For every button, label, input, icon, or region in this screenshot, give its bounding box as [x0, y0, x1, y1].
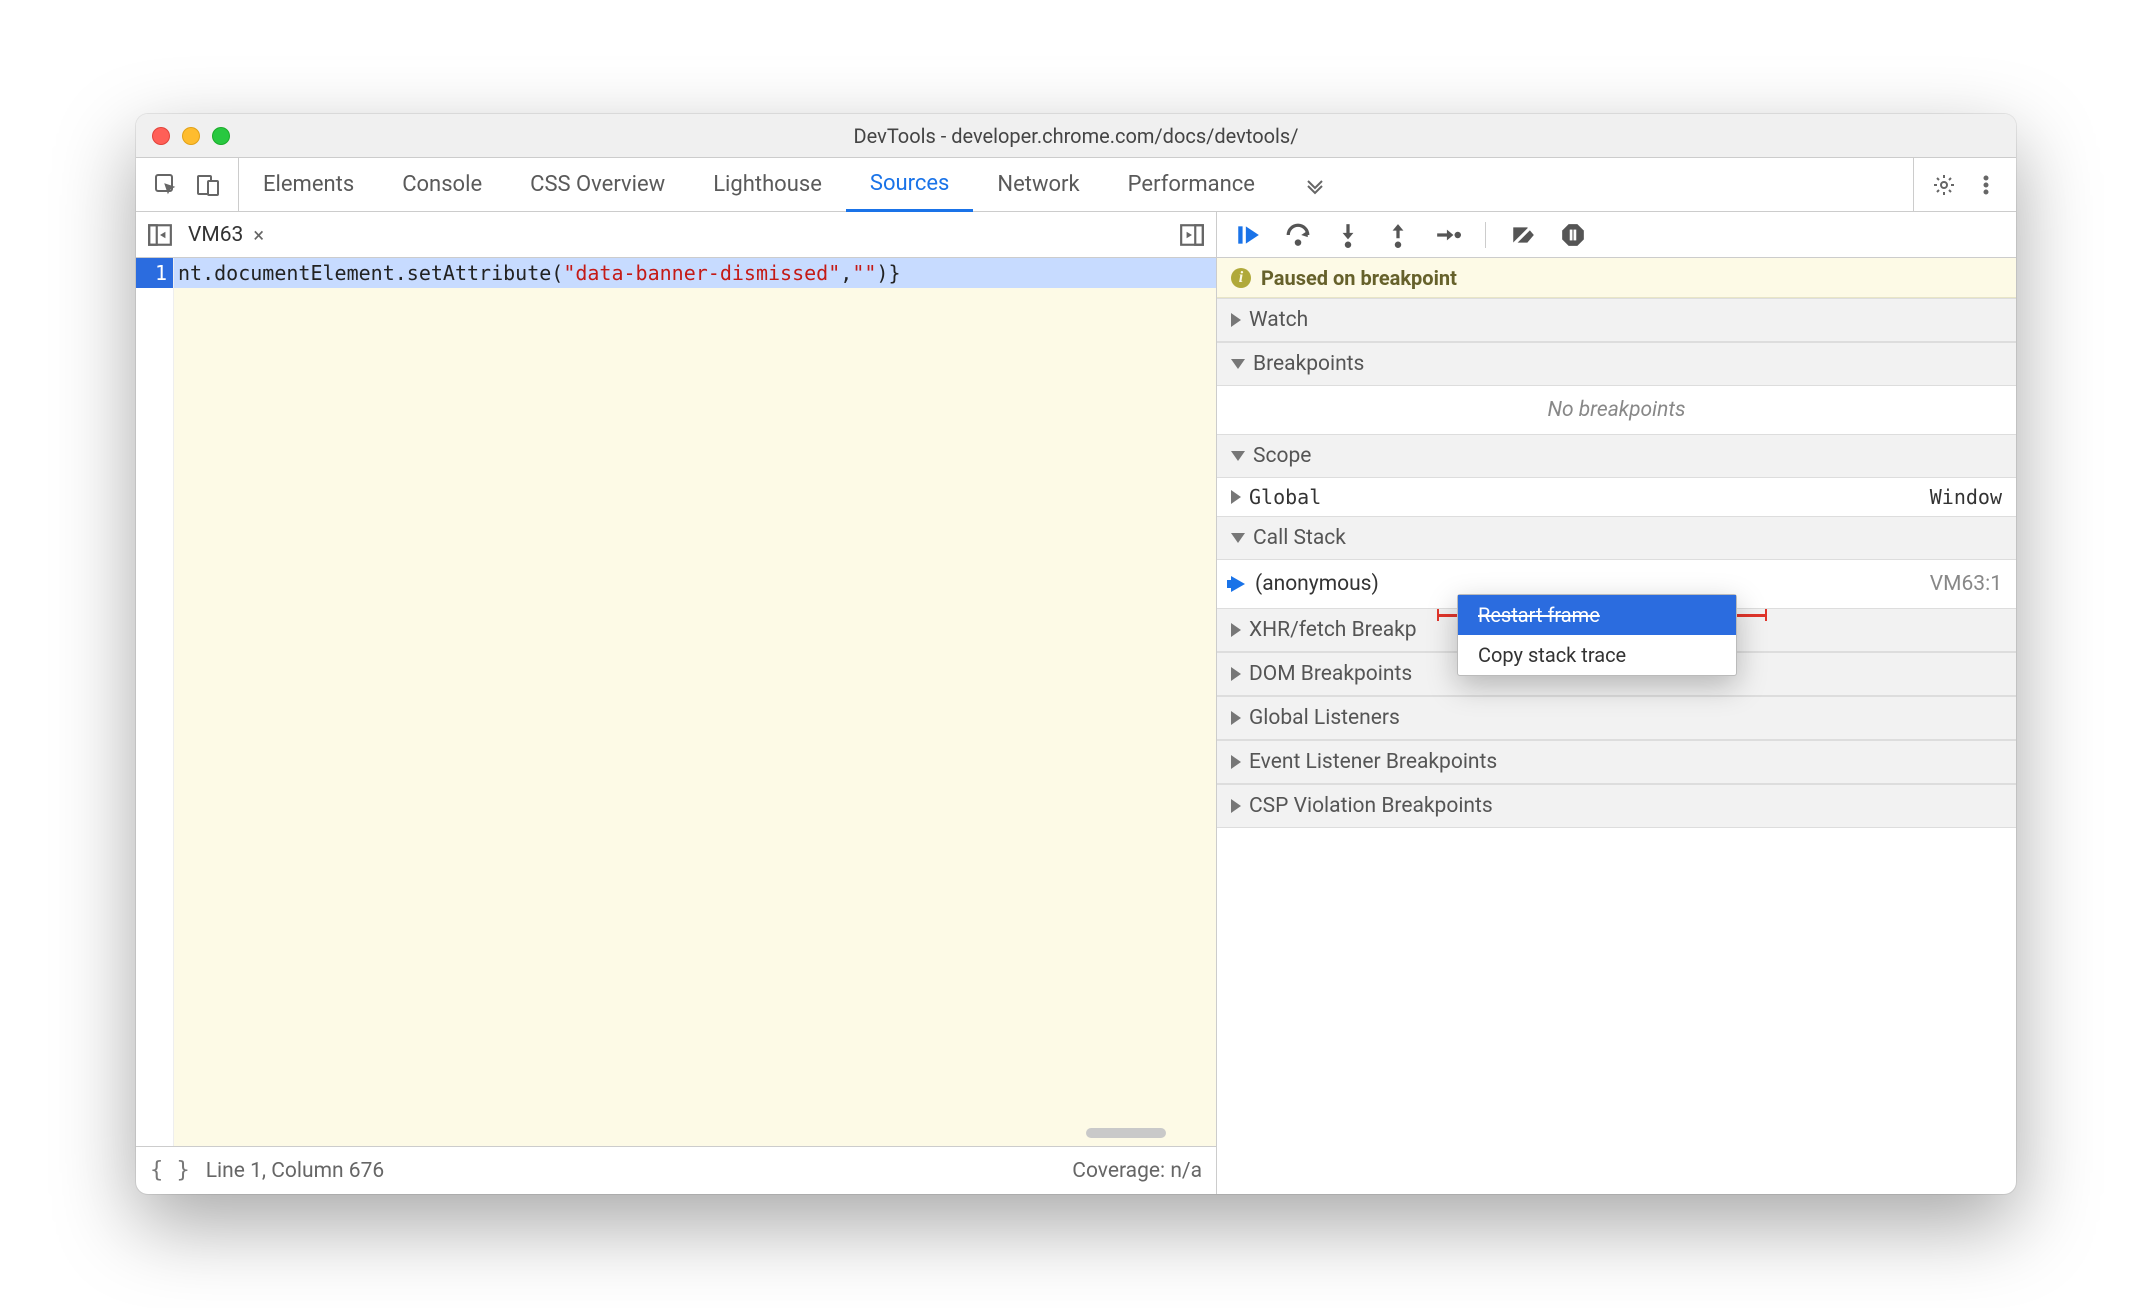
section-global-listeners[interactable]: Global Listeners — [1217, 696, 2016, 740]
current-frame-icon — [1231, 576, 1245, 592]
tab-sources[interactable]: Sources — [846, 158, 974, 212]
pretty-print-icon[interactable]: { } — [150, 1158, 190, 1183]
editor-panel: VM63 × 1 nt.documentElement.setAttribute… — [136, 212, 1216, 1194]
deactivate-breakpoints-icon[interactable] — [1510, 222, 1536, 248]
settings-icon[interactable] — [1932, 173, 1956, 197]
step-into-icon[interactable] — [1335, 222, 1361, 248]
step-over-icon[interactable] — [1285, 222, 1311, 248]
coverage-status: Coverage: n/a — [1072, 1159, 1202, 1183]
file-tab[interactable]: VM63 × — [188, 223, 264, 247]
tab-css-overview[interactable]: CSS Overview — [506, 158, 689, 211]
menu-restart-frame[interactable]: Restart frame — [1458, 595, 1736, 635]
close-tab-icon[interactable]: × — [253, 223, 264, 247]
editor-status-bar: { } Line 1, Column 676 Coverage: n/a — [136, 1146, 1216, 1194]
line-number[interactable]: 1 — [136, 258, 173, 288]
debugger-toggle-icon[interactable] — [1178, 221, 1206, 249]
code-body[interactable]: nt.documentElement.setAttribute("data-ba… — [174, 258, 1216, 1146]
tab-network[interactable]: Network — [973, 158, 1103, 211]
pause-banner-text: Paused on breakpoint — [1261, 266, 1457, 290]
navigator-toggle-icon[interactable] — [146, 221, 174, 249]
chevron-right-icon — [1231, 623, 1241, 637]
chevron-down-icon — [1231, 533, 1245, 543]
chevron-right-icon — [1231, 667, 1241, 681]
menu-copy-stack-trace[interactable]: Copy stack trace — [1458, 635, 1736, 675]
panel-tabs: Elements Console CSS Overview Lighthouse… — [239, 158, 1351, 211]
code-area[interactable]: 1 nt.documentElement.setAttribute("data-… — [136, 258, 1216, 1146]
chevron-down-icon — [1231, 359, 1245, 369]
pause-banner: i Paused on breakpoint — [1217, 258, 2016, 298]
inspect-tools — [136, 158, 239, 211]
frame-location: VM63:1 — [1930, 572, 2002, 596]
chevron-right-icon — [1231, 313, 1241, 327]
top-right-controls — [1913, 158, 2016, 211]
debug-toolbar — [1217, 212, 2016, 258]
more-icon[interactable] — [1974, 173, 1998, 197]
scope-global-row[interactable]: Global Window — [1217, 478, 2016, 516]
window-title: DevTools - developer.chrome.com/docs/dev… — [136, 124, 2016, 148]
tab-elements[interactable]: Elements — [239, 158, 378, 211]
no-breakpoints-text: No breakpoints — [1217, 386, 2016, 434]
scope-global-value: Window — [1930, 485, 2002, 509]
pause-on-exceptions-icon[interactable] — [1560, 222, 1586, 248]
tab-lighthouse[interactable]: Lighthouse — [689, 158, 846, 211]
devtools-window: DevTools - developer.chrome.com/docs/dev… — [136, 114, 2016, 1194]
inspect-element-icon[interactable] — [154, 173, 178, 197]
tab-overflow[interactable] — [1279, 158, 1351, 211]
resume-icon[interactable] — [1235, 222, 1261, 248]
section-event-listener-breakpoints[interactable]: Event Listener Breakpoints — [1217, 740, 2016, 784]
editor-tab-bar: VM63 × — [136, 212, 1216, 258]
section-watch[interactable]: Watch — [1217, 298, 2016, 342]
chevron-down-icon — [1231, 451, 1245, 461]
section-scope[interactable]: Scope — [1217, 434, 2016, 478]
cursor-position: Line 1, Column 676 — [206, 1159, 384, 1183]
tab-performance[interactable]: Performance — [1104, 158, 1279, 211]
title-bar: DevTools - developer.chrome.com/docs/dev… — [136, 114, 2016, 158]
debugger-panel: i Paused on breakpoint Watch Breakpoints… — [1216, 212, 2016, 1194]
step-out-icon[interactable] — [1385, 222, 1411, 248]
code-line[interactable]: nt.documentElement.setAttribute("data-ba… — [174, 258, 1216, 288]
section-breakpoints[interactable]: Breakpoints — [1217, 342, 2016, 386]
top-toolbar: Elements Console CSS Overview Lighthouse… — [136, 158, 2016, 212]
info-icon: i — [1231, 268, 1251, 288]
horizontal-scrollbar[interactable] — [1086, 1128, 1166, 1138]
chevron-right-icon — [1231, 799, 1241, 813]
context-menu: Restart frame Copy stack trace — [1457, 594, 1737, 676]
section-call-stack[interactable]: Call Stack — [1217, 516, 2016, 560]
chevron-right-icon — [1231, 711, 1241, 725]
tab-console[interactable]: Console — [378, 158, 506, 211]
step-icon[interactable] — [1435, 222, 1461, 248]
main-splitter: VM63 × 1 nt.documentElement.setAttribute… — [136, 212, 2016, 1194]
line-gutter: 1 — [136, 258, 174, 1146]
toolbar-separator — [1485, 222, 1486, 248]
file-tab-label: VM63 — [188, 223, 243, 247]
section-csp-violation-breakpoints[interactable]: CSP Violation Breakpoints — [1217, 784, 2016, 828]
chevron-right-icon — [1231, 755, 1241, 769]
device-toolbar-icon[interactable] — [196, 173, 220, 197]
chevron-right-icon — [1231, 490, 1241, 504]
